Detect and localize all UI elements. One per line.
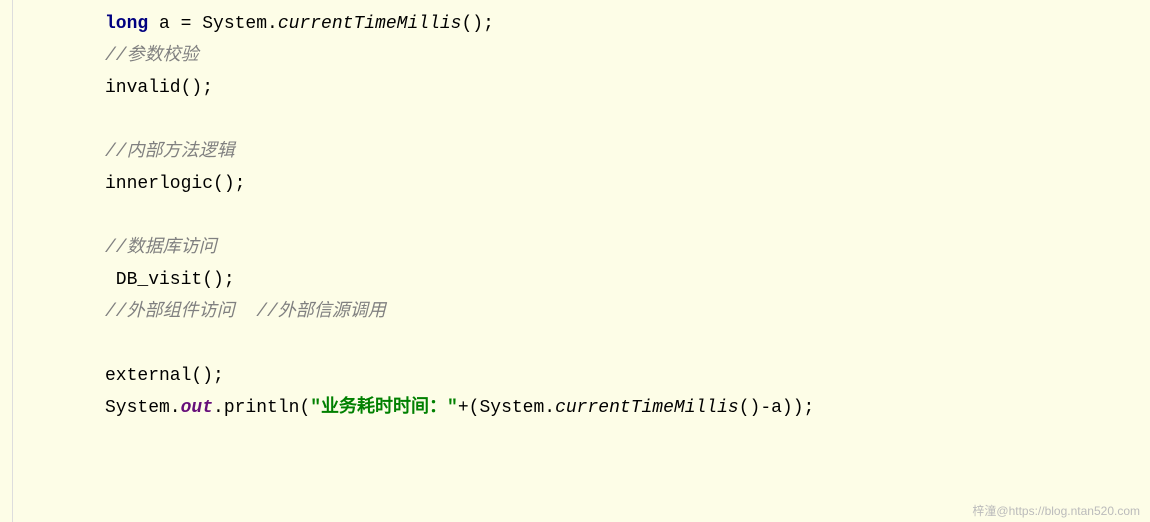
code-text: innerlogic(); — [105, 174, 245, 194]
field-access: out — [181, 398, 213, 418]
code-text: DB_visit(); — [105, 270, 235, 290]
code-line: DB_visit(); — [20, 264, 1130, 296]
comment-line: //参数校验 — [20, 40, 1130, 72]
partial-line: String home() { — [20, 0, 1130, 8]
string-literal: "业务耗时时间：" — [310, 398, 458, 418]
comment-line: //外部组件访问 //外部信源调用 — [20, 296, 1130, 328]
method-call: currentTimeMillis — [278, 14, 462, 34]
blank-line — [20, 104, 1130, 136]
code-editor: String home() { long a = System.currentT… — [0, 0, 1150, 522]
comment: //数据库访问 — [105, 238, 217, 258]
blank-line — [20, 200, 1130, 232]
code-text: a = System. — [148, 14, 278, 34]
code-text: ()-a)); — [739, 398, 815, 418]
code-text: (); — [461, 14, 493, 34]
code-line: System.out.println("业务耗时时间："+(System.cur… — [20, 392, 1130, 424]
code-text: String home() { — [60, 0, 222, 2]
code-text: invalid(); — [105, 78, 213, 98]
code-line: long a = System.currentTimeMillis(); — [20, 8, 1130, 40]
code-line: external(); — [20, 360, 1130, 392]
comment: //内部方法逻辑 — [105, 142, 235, 162]
code-line: innerlogic(); — [20, 168, 1130, 200]
comment: //参数校验 — [105, 46, 199, 66]
watermark: 梓潼@https://blog.ntan520.com — [972, 502, 1140, 519]
code-text: +(System. — [458, 398, 555, 418]
code-text: external(); — [105, 366, 224, 386]
comment-line: //内部方法逻辑 — [20, 136, 1130, 168]
keyword: long — [105, 14, 148, 34]
code-text: System. — [105, 398, 181, 418]
comment-line: //数据库访问 — [20, 232, 1130, 264]
comment: //外部组件访问 //外部信源调用 — [105, 302, 386, 322]
blank-line — [20, 328, 1130, 360]
code-line: invalid(); — [20, 72, 1130, 104]
gutter-divider — [12, 0, 13, 522]
code-text: .println( — [213, 398, 310, 418]
method-call: currentTimeMillis — [555, 398, 739, 418]
